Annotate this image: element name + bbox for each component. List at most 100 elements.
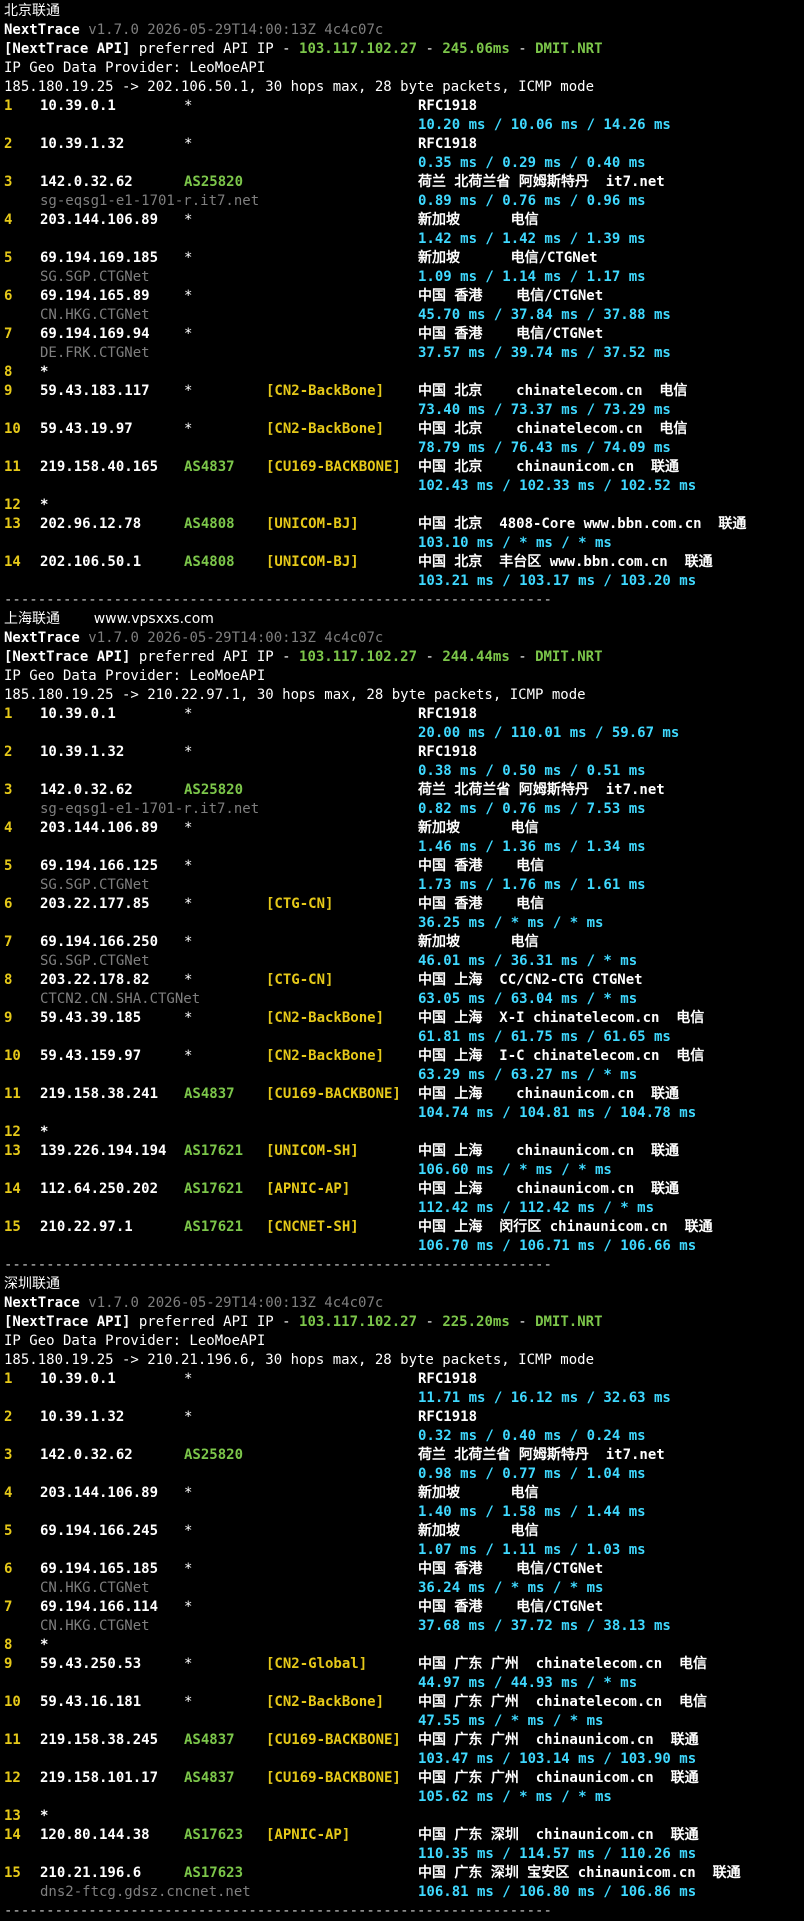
section-title: 北京联通 (4, 2, 802, 21)
version-line: NextTrace v1.7.0 2026-05-29T14:00:13Z 4c… (4, 629, 802, 648)
api-prefix: [NextTrace API] (4, 41, 131, 57)
hop-ip: 10.39.0.1 (40, 1371, 116, 1387)
hop-detail-row: 47.55 ms / * ms / * ms (4, 1712, 802, 1731)
hop-number: 8 (4, 1637, 13, 1653)
api-node: DMIT.NRT (535, 1314, 603, 1330)
hop-tag: [CN2-BackBone] (266, 383, 385, 399)
separator-line: ----------------------------------------… (4, 1257, 552, 1273)
hop-number: 15 (4, 1865, 21, 1881)
hop-ip: 203.22.177.85 (40, 896, 150, 912)
hop-ip: * (40, 497, 49, 513)
hop-ip: 10.39.0.1 (40, 706, 116, 722)
hop-number: 9 (4, 1656, 13, 1672)
hop-ip: 69.194.166.250 (40, 934, 159, 950)
section-title-extra: www.vpsxxs.com (93, 611, 214, 627)
hop-geo: 荷兰 北荷兰省 阿姆斯特丹 it7.net (418, 782, 665, 798)
hop-row: 11 219.158.38.241 AS4837 [CU169-BACKBONE] 中国… (4, 1085, 802, 1104)
hop-rtt: 103.47 ms / 103.14 ms / 103.90 ms (418, 1751, 697, 1767)
hop-row: 3 142.0.32.62 AS25820 荷兰 北荷兰省 阿姆斯特丹 it7.net (4, 173, 802, 192)
hop-detail-row: CTCN2.CN.SHA.CTGNet 63.05 ms / 63.04 ms /… (4, 990, 802, 1009)
hop-asn: * (184, 1694, 193, 1710)
hop-detail-row: sg-eqsg1-e1-1701-r.it7.net 0.89 ms / 0.76… (4, 192, 802, 211)
hop-geo: 中国 广东 广州 chinaunicom.cn 联通 (418, 1770, 699, 1786)
hop-row: 6 69.194.165.89 * 中国 香港 电信/CTGNet (4, 287, 802, 306)
hop-geo: 中国 香港 电信/CTGNet (418, 1599, 604, 1615)
hop-detail-row: 0.32 ms / 0.40 ms / 0.24 ms (4, 1427, 802, 1446)
hop-asn: * (184, 972, 193, 988)
section-title-text: 深圳联通 (4, 1276, 60, 1292)
hop-geo: RFC1918 (418, 98, 478, 114)
hop-number: 7 (4, 326, 13, 342)
hop-geo: 中国 上海 闵行区 chinaunicom.cn 联通 (418, 1219, 713, 1235)
hop-rtt: 61.81 ms / 61.75 ms / 61.65 ms (418, 1029, 671, 1045)
api-line: [NextTrace API] preferred API IP - 103.1… (4, 1313, 802, 1332)
api-mid: preferred API IP - (130, 649, 300, 665)
hop-asn: * (184, 1010, 193, 1026)
hop-geo: 中国 北京 丰台区 www.bbn.com.cn 联通 (418, 554, 713, 570)
hop-number: 2 (4, 136, 13, 152)
hop-tag: [CU169-BACKBONE] (266, 1086, 401, 1102)
api-latency: 244.44ms (442, 649, 510, 665)
hop-tag: [UNICOM-BJ] (266, 516, 359, 532)
api-dash: - (509, 1314, 536, 1330)
hop-number: 6 (4, 288, 13, 304)
separator-line: ----------------------------------------… (4, 592, 552, 608)
app-name: NextTrace (4, 1295, 80, 1311)
hop-rtt: 47.55 ms / * ms / * ms (418, 1713, 604, 1729)
hop-asn: * (184, 1599, 193, 1615)
hop-asn: AS17623 (184, 1827, 244, 1843)
hop-asn: AS4808 (184, 516, 235, 532)
trace-target-line: 185.180.19.25 -> 210.21.196.6, 30 hops m… (4, 1351, 802, 1370)
hop-rtt: 106.70 ms / 106.71 ms / 106.66 ms (418, 1238, 697, 1254)
hop-row: 2 10.39.1.32 * RFC1918 (4, 135, 802, 154)
hop-number: 1 (4, 98, 13, 114)
hop-hostname: CN.HKG.CTGNet (40, 1580, 150, 1596)
hop-geo: 新加坡 电信 (418, 1523, 539, 1539)
hop-rtt: 0.89 ms / 0.76 ms / 0.96 ms (418, 193, 646, 209)
api-dash: - (509, 41, 536, 57)
hop-tag: [CU169-BACKBONE] (266, 1732, 401, 1748)
hop-ip: 202.106.50.1 (40, 554, 142, 570)
hop-rtt: 0.98 ms / 0.77 ms / 1.04 ms (418, 1466, 646, 1482)
hop-ip: 69.194.166.125 (40, 858, 159, 874)
hop-ip: 10.39.1.32 (40, 1409, 125, 1425)
hop-row: 12 * (4, 496, 802, 515)
hop-rtt: 46.01 ms / 36.31 ms / * ms (418, 953, 638, 969)
hop-geo: RFC1918 (418, 1371, 478, 1387)
trace-target-line: 185.180.19.25 -> 202.106.50.1, 30 hops m… (4, 78, 802, 97)
trace-target: 185.180.19.25 -> 210.22.97.1, 30 hops ma… (4, 687, 586, 703)
hop-detail-row: SG.SGP.CTGNet 1.09 ms / 1.14 ms / 1.17 ms (4, 268, 802, 287)
hop-number: 9 (4, 383, 13, 399)
hop-asn: * (184, 896, 193, 912)
hop-rtt: 20.00 ms / 110.01 ms / 59.67 ms (418, 725, 680, 741)
hop-asn: AS25820 (184, 174, 244, 190)
hop-ip: 59.43.250.53 (40, 1656, 142, 1672)
hop-row: 13 202.96.12.78 AS4808 [UNICOM-BJ] 中国 北京 480… (4, 515, 802, 534)
hop-tag: [CNCNET-SH] (266, 1219, 359, 1235)
hop-row: 8 203.22.178.82 * [CTG-CN] 中国 上海 CC/CN2-CTG … (4, 971, 802, 990)
hop-hostname: sg-eqsg1-e1-1701-r.it7.net (40, 193, 260, 209)
hop-asn: * (184, 1371, 193, 1387)
hop-ip: 219.158.101.17 (40, 1770, 159, 1786)
hop-ip: 139.226.194.194 (40, 1143, 167, 1159)
hop-number: 3 (4, 1447, 13, 1463)
geo-provider-line: IP Geo Data Provider: LeoMoeAPI (4, 59, 802, 78)
section-title: 深圳联通 (4, 1275, 802, 1294)
hop-ip: 203.144.106.89 (40, 212, 159, 228)
hop-number: 3 (4, 174, 13, 190)
hop-detail-row: 44.97 ms / 44.93 ms / * ms (4, 1674, 802, 1693)
hop-hostname: CTCN2.CN.SHA.CTGNet (40, 991, 201, 1007)
hop-rtt: 1.40 ms / 1.58 ms / 1.44 ms (418, 1504, 646, 1520)
hop-ip: 219.158.38.241 (40, 1086, 159, 1102)
hop-rtt: 0.35 ms / 0.29 ms / 0.40 ms (418, 155, 646, 171)
hop-ip: 112.64.250.202 (40, 1181, 159, 1197)
hop-detail-row: 102.43 ms / 102.33 ms / 102.52 ms (4, 477, 802, 496)
hop-number: 4 (4, 212, 13, 228)
hop-rtt: 0.38 ms / 0.50 ms / 0.51 ms (418, 763, 646, 779)
hop-row: 13 * (4, 1807, 802, 1826)
hop-row: 8 * (4, 1636, 802, 1655)
hop-row: 3 142.0.32.62 AS25820 荷兰 北荷兰省 阿姆斯特丹 it7.net (4, 781, 802, 800)
hop-tag: [CN2-BackBone] (266, 1694, 385, 1710)
hop-tag: [CN2-BackBone] (266, 1010, 385, 1026)
trace-target: 185.180.19.25 -> 210.21.196.6, 30 hops m… (4, 1352, 595, 1368)
